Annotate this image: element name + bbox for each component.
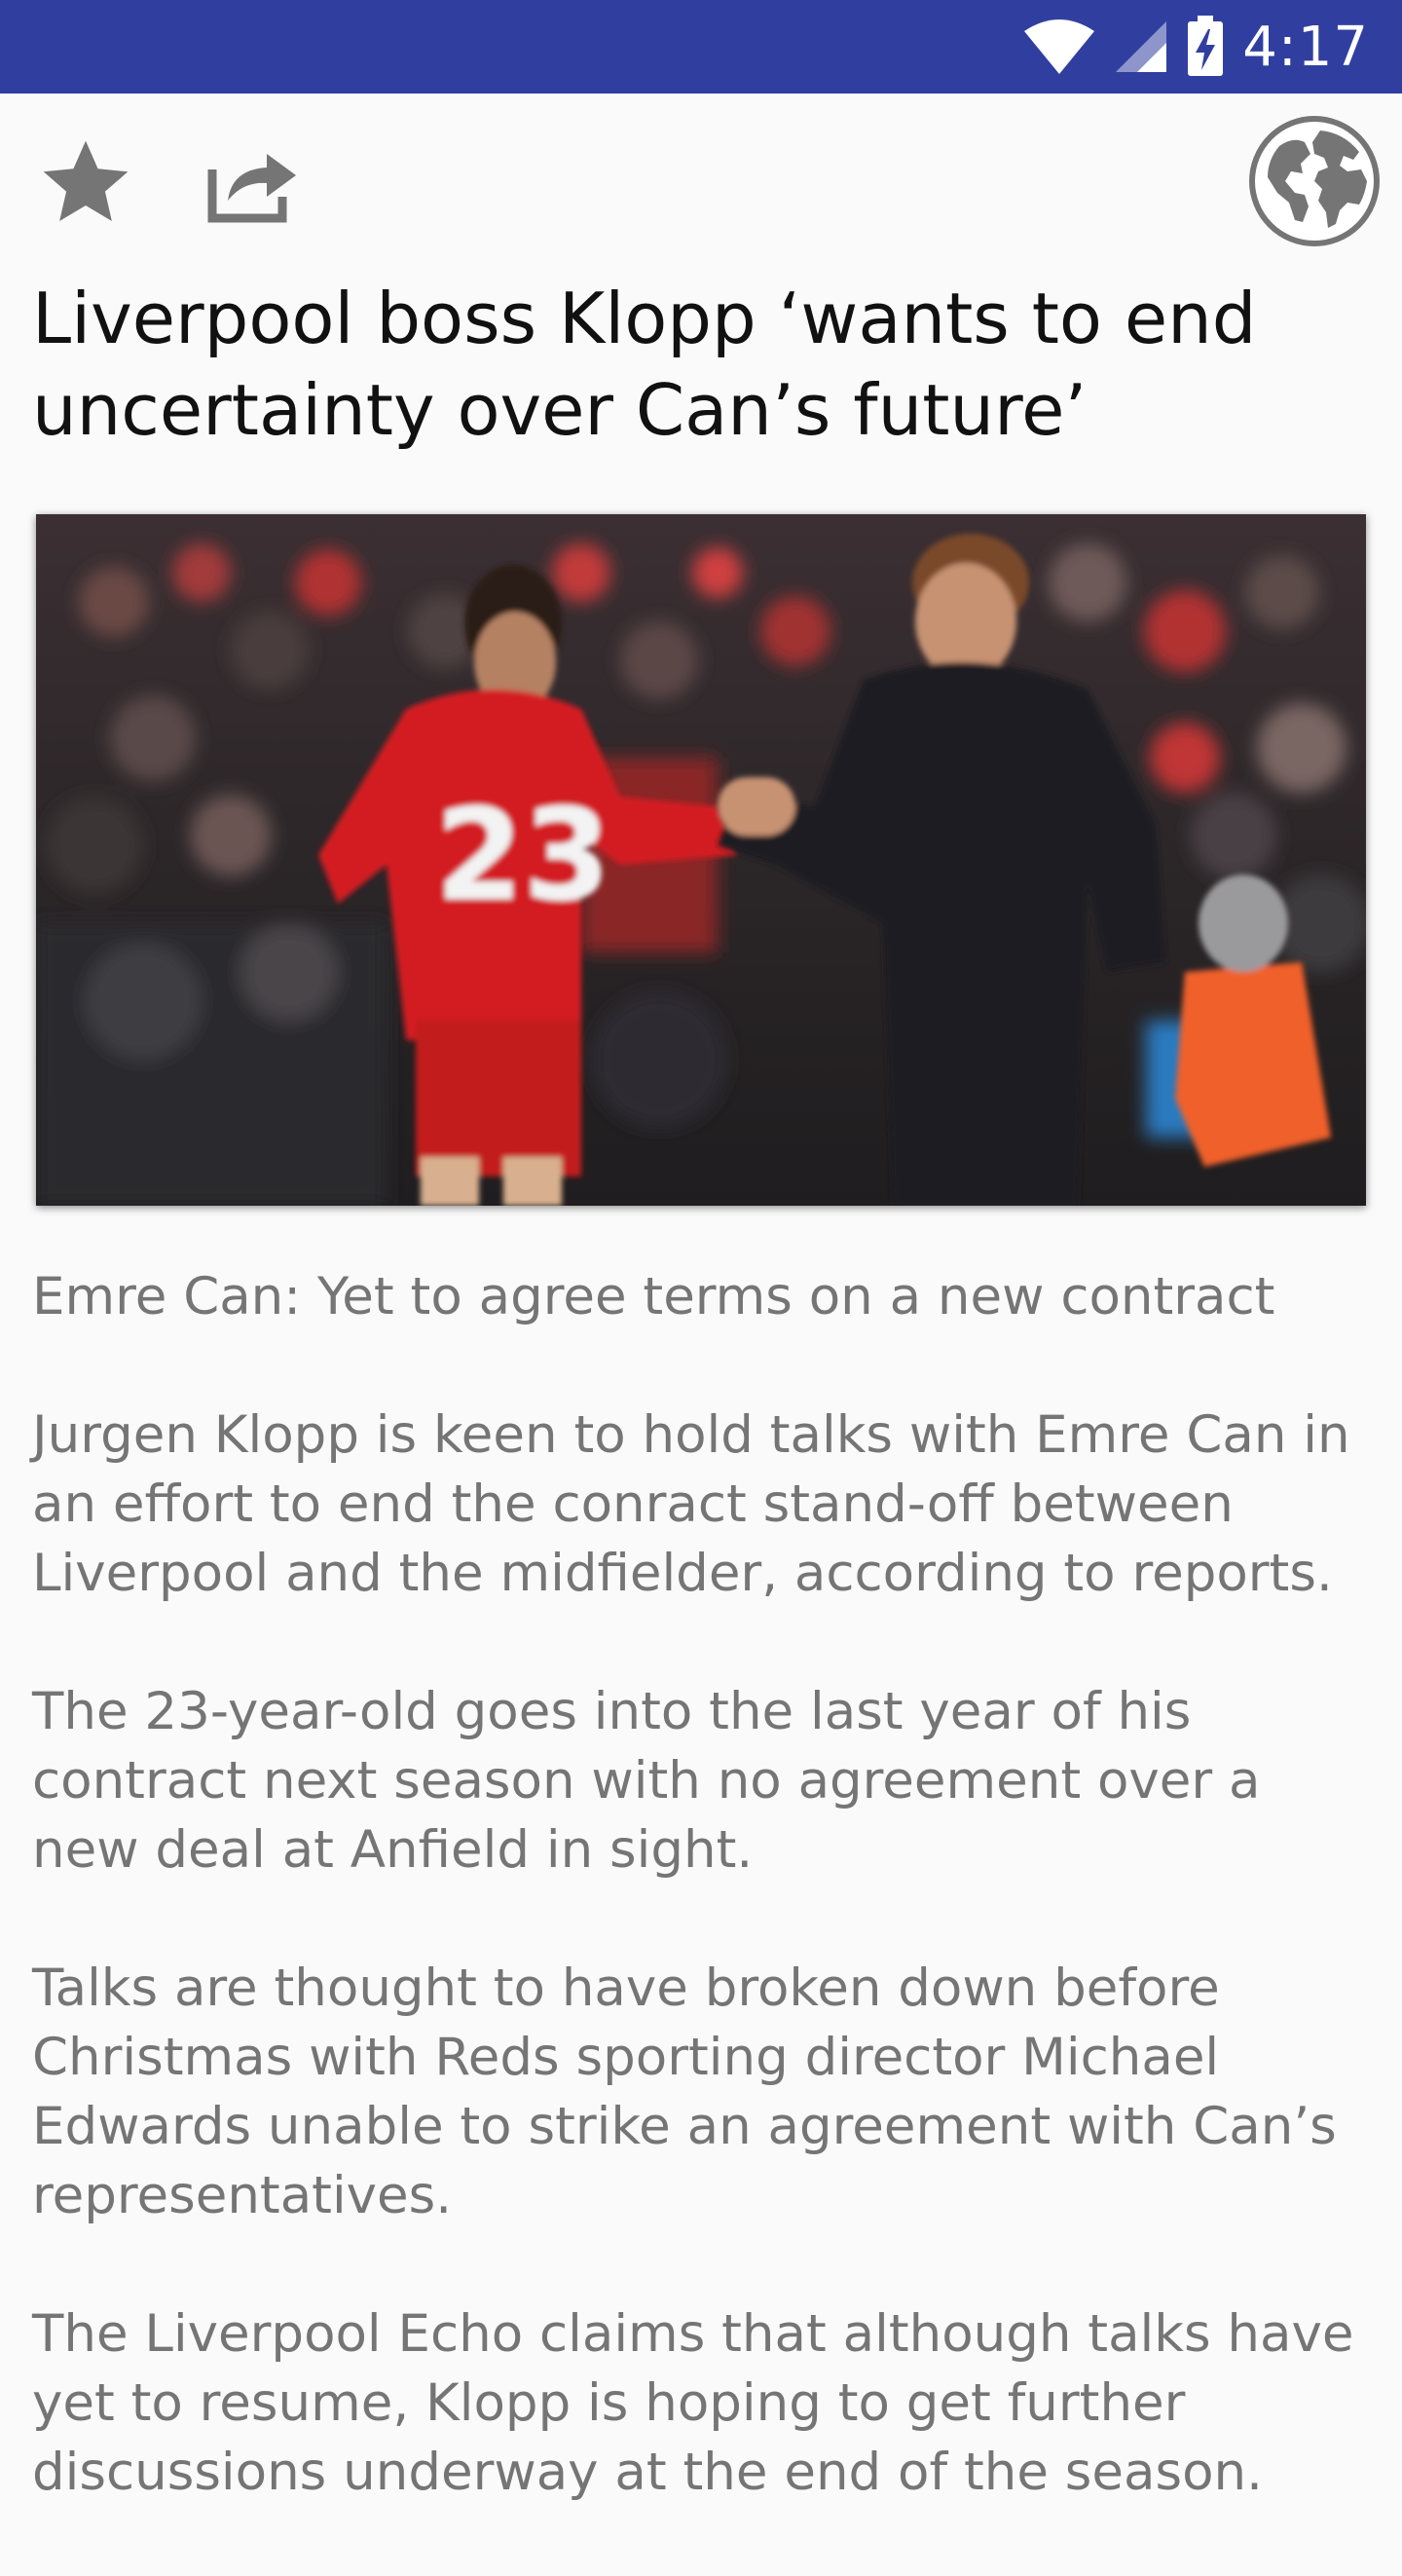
share-icon [207, 154, 296, 223]
favorite-button[interactable] [35, 132, 136, 234]
news-photo: 23 [36, 514, 1366, 1206]
article-body: Emre Can: Yet to agree terms on a new co… [32, 1262, 1381, 2576]
article-toolbar [0, 93, 1402, 269]
wifi-icon [1024, 19, 1095, 74]
share-button[interactable] [203, 136, 304, 230]
article-image: 23 [36, 514, 1366, 1206]
battery-charging-icon [1188, 16, 1224, 76]
article-paragraph: Jurgen Klopp is keen to hold talks with … [32, 1405, 1350, 1603]
article-paragraph: The Liverpool Echo claims that although … [32, 2304, 1354, 2502]
svg-text:23: 23 [435, 781, 611, 929]
globe-icon [1249, 116, 1380, 246]
cellular-signal-icon [1116, 21, 1167, 72]
star-icon [43, 140, 129, 221]
article-paragraph: The 23-year-old goes into the last year … [32, 1682, 1261, 1880]
open-in-browser-button[interactable] [1246, 113, 1383, 249]
article-paragraph: Talks are thought to have broken down be… [32, 1959, 1337, 2225]
status-bar: 4:17 [0, 0, 1402, 93]
article-headline: Liverpool boss Klopp ‘wants to end uncer… [32, 278, 1257, 451]
article-paragraph: Emre Can: Yet to agree terms on a new co… [32, 1267, 1275, 1326]
status-icons: 4:17 [1022, 0, 1369, 93]
status-time: 4:17 [1242, 15, 1369, 79]
